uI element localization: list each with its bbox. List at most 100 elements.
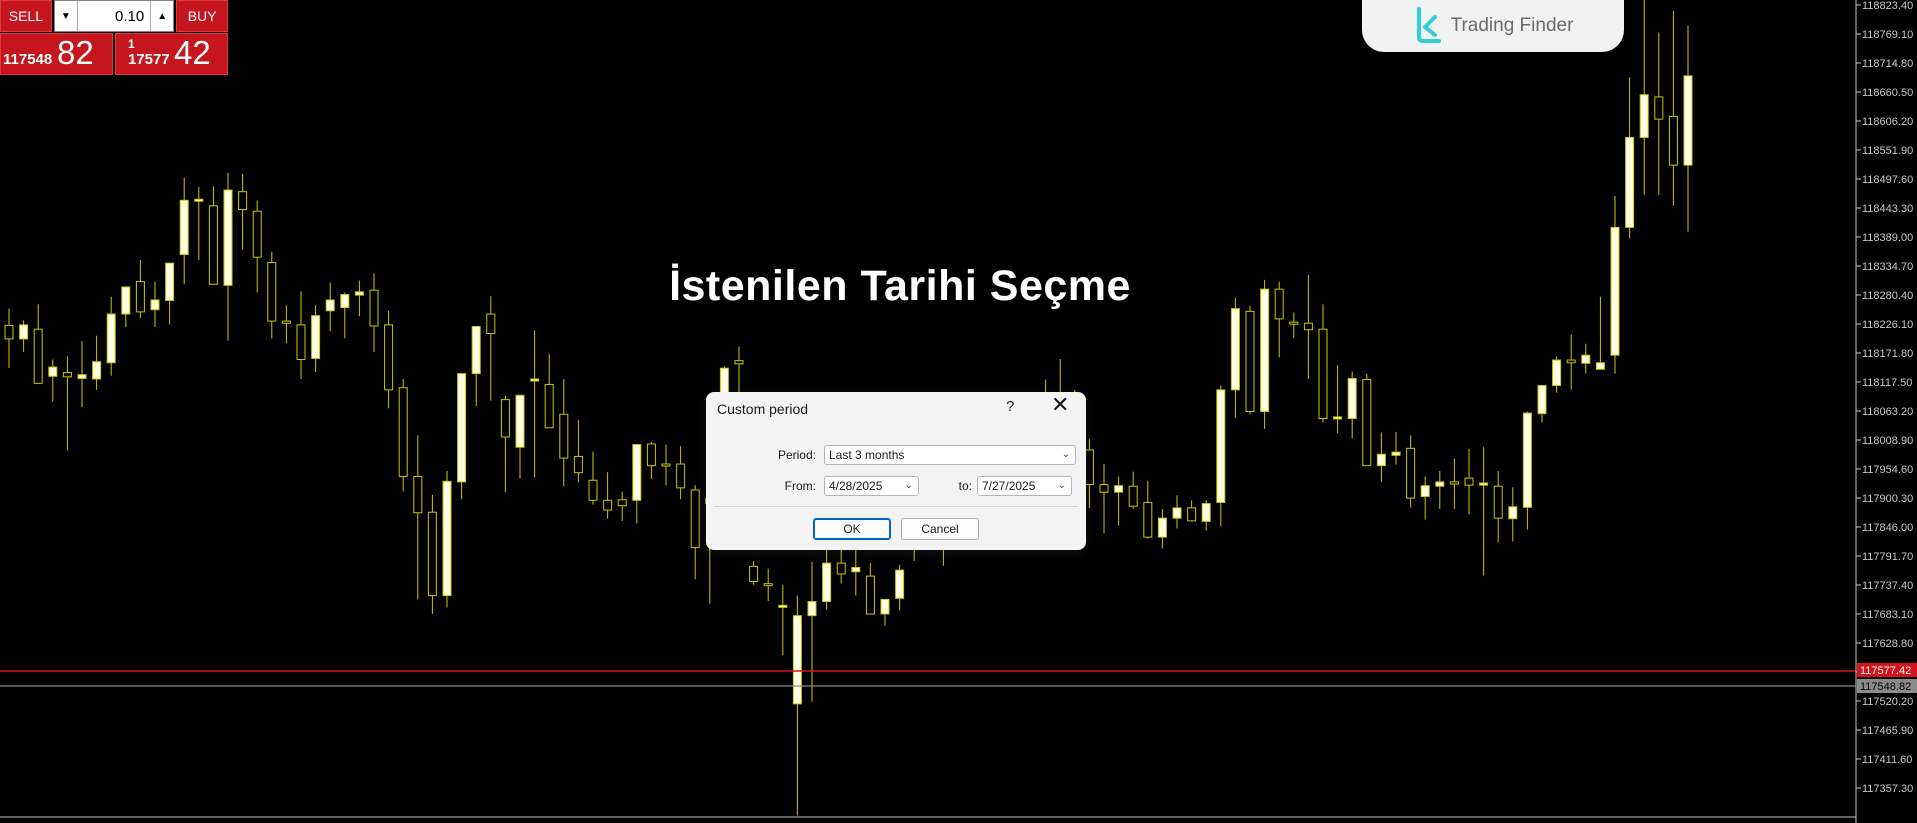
chevron-down-icon: ⌄	[904, 480, 913, 491]
from-date-value: 4/28/2025	[829, 479, 883, 493]
candle-body	[398, 387, 408, 477]
ask-price-box[interactable]: 1 17577 42	[115, 33, 228, 75]
price-axis-label: 117846.00	[1862, 522, 1913, 534]
to-date-picker[interactable]: 7/27/2025 ⌄	[977, 476, 1072, 496]
candle-body	[1508, 506, 1518, 520]
lot-increase-icon[interactable]: ▲	[150, 1, 173, 31]
buy-button[interactable]: BUY	[176, 0, 228, 32]
candle-body	[457, 373, 467, 483]
candle-body	[1420, 485, 1430, 498]
candle-body	[1625, 137, 1635, 228]
price-axis-label: 117791.70	[1862, 551, 1913, 563]
candle-body	[617, 499, 627, 507]
to-date-value: 7/27/2025	[982, 479, 1036, 493]
candle-body	[559, 413, 569, 459]
candle-body	[296, 324, 306, 361]
candle-body	[1435, 481, 1445, 487]
candle-body	[1449, 481, 1459, 485]
to-label: to:	[958, 479, 972, 493]
dialog-title: Custom period	[717, 401, 809, 417]
from-label: From:	[784, 479, 816, 493]
candle-body	[1595, 362, 1605, 370]
candle-body	[1639, 94, 1649, 139]
candle-body	[1187, 507, 1197, 522]
period-label: Period:	[777, 448, 816, 462]
price-axis-label: 117465.90	[1862, 725, 1913, 737]
candle-body	[1099, 484, 1109, 493]
sell-button[interactable]: SELL	[0, 0, 52, 32]
candle-body	[1347, 377, 1357, 420]
candle-body	[1537, 385, 1547, 415]
candle-body	[749, 565, 759, 583]
bid-marker: 117548.82	[1860, 681, 1911, 693]
ok-button[interactable]: OK	[813, 518, 891, 540]
candle-body	[690, 489, 700, 548]
candle-body	[1318, 328, 1328, 420]
chevron-down-icon: ⌄	[1061, 449, 1070, 460]
candle-body	[895, 569, 905, 599]
candle-body	[77, 374, 87, 379]
candle-body	[19, 324, 29, 340]
candle-body	[1157, 517, 1167, 538]
trading-finder-logo: Trading Finder	[1362, 0, 1624, 52]
close-icon[interactable]: ✕	[1051, 394, 1069, 416]
ask-price-sup: 1	[128, 37, 135, 51]
candle-body	[778, 604, 788, 608]
price-axis-label: 117737.40	[1862, 580, 1913, 592]
bid-price-small: 117548	[3, 51, 53, 68]
lot-size-stepper[interactable]: ▼ 0.10 ▲	[53, 0, 175, 32]
candle-body	[1303, 322, 1313, 331]
period-select[interactable]: Last 3 months ⌄	[824, 445, 1076, 465]
bid-price-big: 82	[57, 34, 94, 71]
help-icon[interactable]: ?	[1006, 398, 1014, 415]
candle-body	[515, 394, 525, 448]
price-axis-label: 118008.90	[1862, 435, 1913, 447]
candle-body	[603, 499, 613, 511]
candle-body	[238, 191, 248, 211]
candle-body	[836, 562, 846, 575]
price-axis-label: 118551.90	[1862, 145, 1913, 157]
candle-body	[92, 361, 102, 380]
candle-body	[1333, 416, 1343, 420]
price-axis-label: 117683.10	[1862, 609, 1913, 621]
candle-body	[384, 324, 394, 391]
ask-price-big: 42	[174, 34, 211, 71]
candle-body	[62, 372, 72, 378]
candle-body	[1172, 507, 1182, 519]
logo-text: Trading Finder	[1450, 15, 1574, 36]
candle-body	[544, 383, 554, 429]
candle-body	[1143, 501, 1153, 538]
trading-finder-logo-icon	[1416, 7, 1441, 43]
candle-body	[427, 511, 437, 597]
price-axis-label: 117954.60	[1862, 464, 1913, 476]
price-axis-label: 118443.30	[1862, 203, 1913, 215]
candle-body	[500, 399, 510, 438]
price-axis-label: 118117.50	[1862, 377, 1912, 389]
lot-decrease-icon[interactable]: ▼	[55, 1, 78, 31]
candle-body	[1493, 485, 1503, 519]
candle-body	[851, 566, 861, 573]
from-date-picker[interactable]: 4/28/2025 ⌄	[824, 476, 919, 496]
candle-body	[661, 463, 671, 467]
candle-body	[763, 583, 773, 587]
bid-price-box[interactable]: 117548 82	[0, 33, 113, 75]
candle-body	[4, 324, 14, 340]
price-axis-label: 117900.30	[1862, 493, 1913, 505]
price-axis-label: 118063.20	[1862, 406, 1913, 418]
lot-size-value[interactable]: 0.10	[78, 8, 150, 25]
cancel-button[interactable]: Cancel	[901, 518, 979, 540]
ask-price-small: 17577	[128, 51, 170, 68]
candle-body	[1552, 359, 1562, 387]
price-axis-label: 117520.20	[1862, 696, 1913, 708]
candle-body	[573, 455, 583, 474]
candle-body	[1566, 359, 1576, 364]
price-axis-label: 117628.80	[1862, 638, 1913, 650]
candle-body	[1201, 503, 1211, 522]
price-axis-label: 118497.60	[1862, 174, 1913, 186]
candle-body	[1581, 354, 1591, 364]
candle-body	[1464, 477, 1474, 486]
price-axis-label: 118389.00	[1862, 232, 1913, 244]
candle-body	[311, 315, 321, 359]
candle-body	[281, 320, 291, 324]
candle-body	[106, 313, 116, 364]
